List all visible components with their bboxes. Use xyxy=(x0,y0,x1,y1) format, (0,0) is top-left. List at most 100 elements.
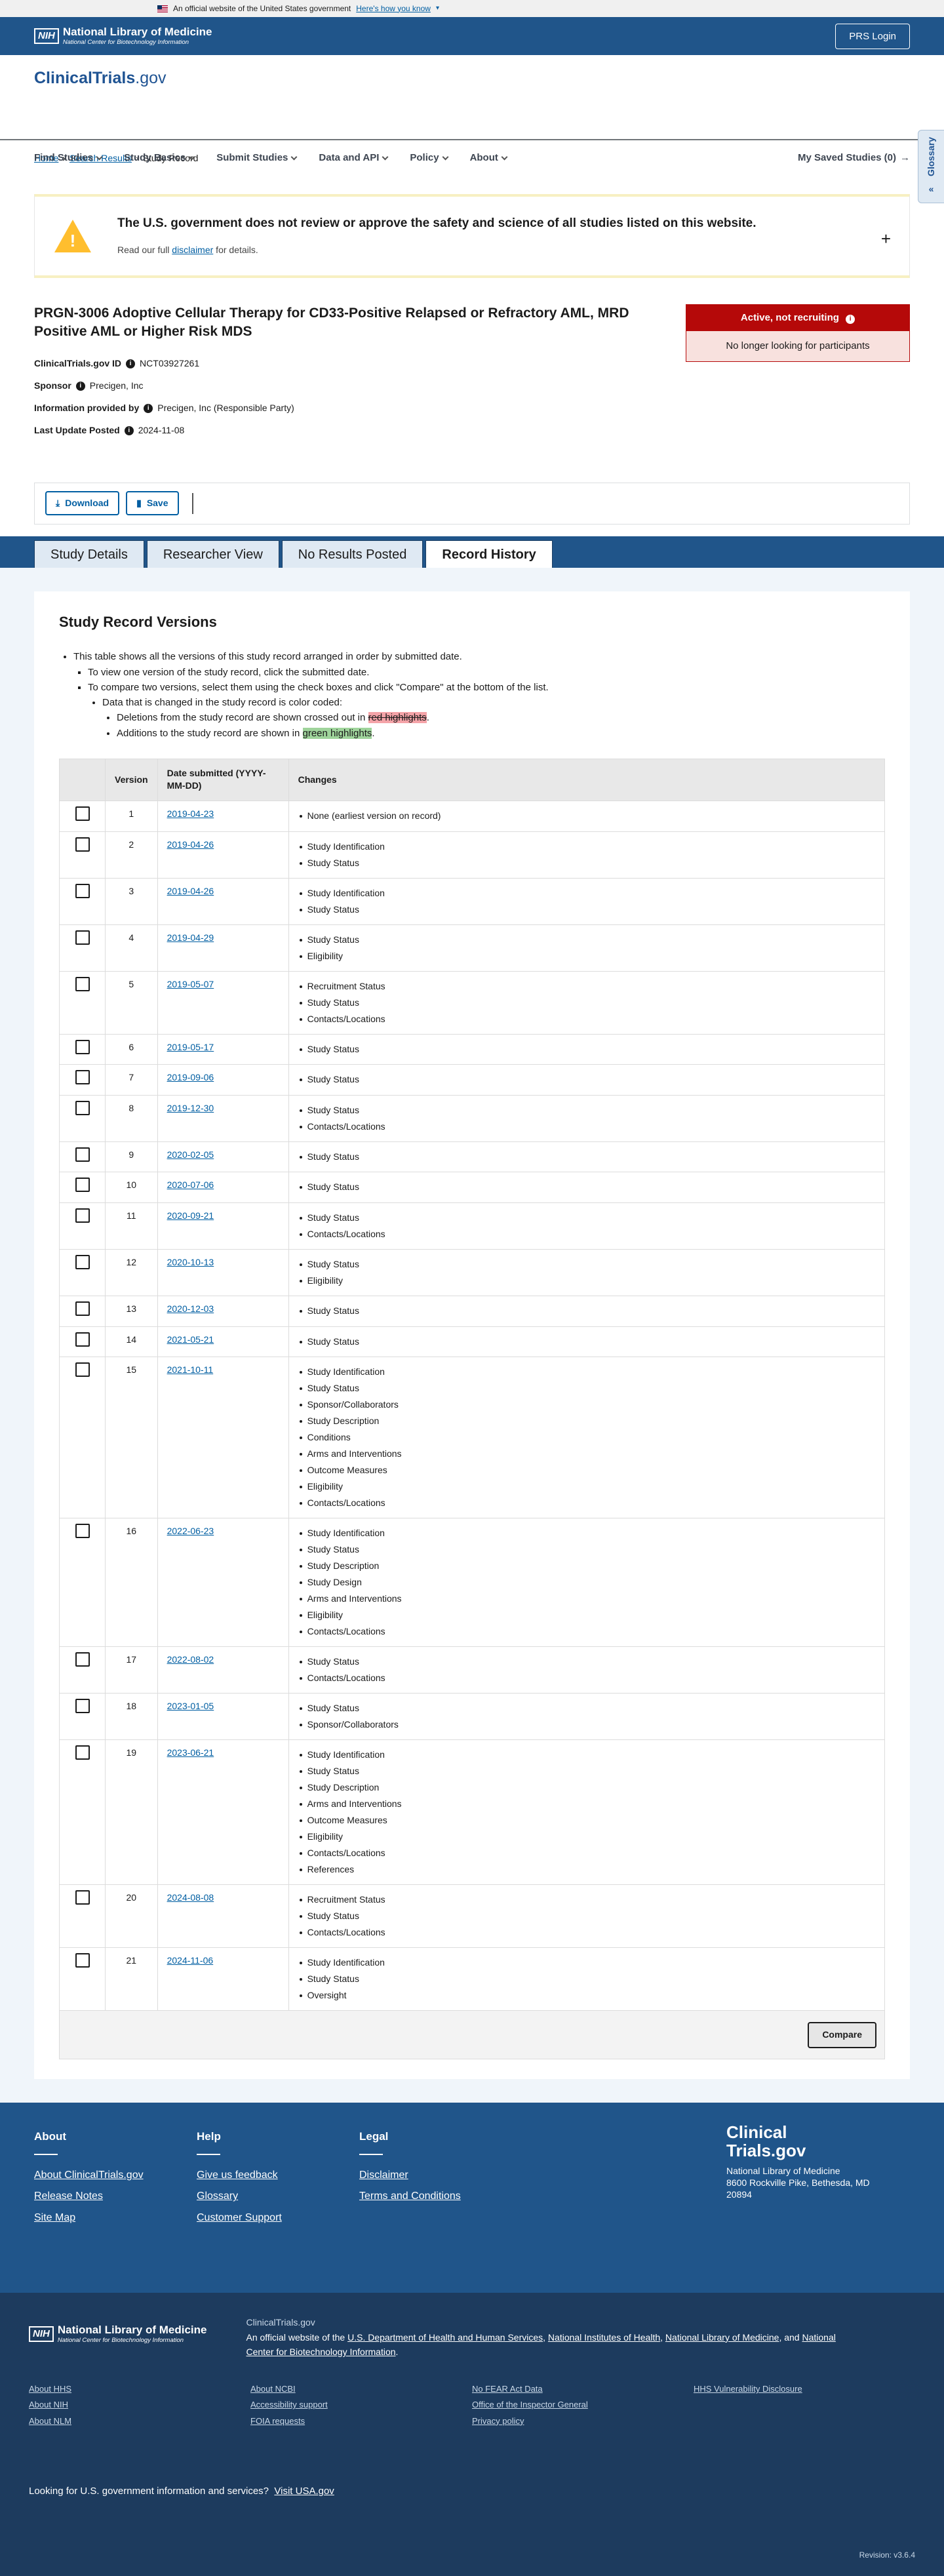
bottom-link[interactable]: Accessibility support xyxy=(250,2399,472,2411)
version-date-link[interactable]: 2019-04-26 xyxy=(167,839,214,850)
version-checkbox[interactable] xyxy=(75,1332,90,1347)
version-date-link[interactable]: 2019-09-06 xyxy=(167,1072,214,1082)
version-checkbox[interactable] xyxy=(75,1208,90,1223)
version-checkbox[interactable] xyxy=(75,1362,90,1377)
version-checkbox[interactable] xyxy=(75,1890,90,1905)
version-date-link[interactable]: 2021-05-21 xyxy=(167,1334,214,1345)
footer-link[interactable]: Disclaimer xyxy=(359,2168,461,2183)
version-date-link[interactable]: 2020-02-05 xyxy=(167,1149,214,1160)
bottom-link[interactable]: HHS Vulnerability Disclosure xyxy=(694,2383,915,2395)
version-checkbox[interactable] xyxy=(75,930,90,945)
version-date-link[interactable]: 2020-12-03 xyxy=(167,1303,214,1314)
nav-policy[interactable]: Policy xyxy=(410,151,449,165)
version-checkbox[interactable] xyxy=(75,976,90,991)
select-cell xyxy=(59,1094,106,1142)
compare-button[interactable]: Compare xyxy=(808,2021,876,2048)
bottom-link[interactable]: Office of the Inspector General xyxy=(472,2399,694,2411)
nlm-footer-logo[interactable]: NIH National Library of Medicine Nationa… xyxy=(29,2324,207,2344)
info-icon[interactable]: i xyxy=(126,359,136,369)
version-checkbox[interactable] xyxy=(75,1524,90,1539)
version-checkbox[interactable] xyxy=(75,1039,90,1054)
save-button[interactable]: ▮ Save xyxy=(126,490,179,516)
table-row: 6 2019-05-17 Study Status xyxy=(59,1033,886,1065)
footer-link[interactable]: Release Notes xyxy=(34,2189,144,2204)
site-logo[interactable]: ClinicalTrials.gov xyxy=(34,55,910,90)
version-date-link[interactable]: 2022-08-02 xyxy=(167,1654,214,1665)
nav-about[interactable]: About xyxy=(470,151,508,165)
version-checkbox[interactable] xyxy=(75,1745,90,1760)
heres-how-you-know-link[interactable]: Here's how you know xyxy=(356,3,431,14)
nav-find-studies[interactable]: Find Studies xyxy=(34,151,103,165)
bottom-link[interactable]: No FEAR Act Data xyxy=(472,2383,694,2395)
download-button[interactable]: ⤓ Download xyxy=(45,490,120,516)
glossary-tab[interactable]: Glossary « xyxy=(918,130,944,203)
version-date-link[interactable]: 2019-12-30 xyxy=(167,1103,214,1113)
version-checkbox[interactable] xyxy=(75,1255,90,1270)
version-date-link[interactable]: 2020-09-21 xyxy=(167,1210,214,1221)
prs-login-button[interactable]: PRS Login xyxy=(835,23,910,49)
select-cell xyxy=(59,831,106,879)
version-date-link[interactable]: 2019-04-26 xyxy=(167,886,214,896)
footer-link[interactable]: Give us feedback xyxy=(197,2168,282,2183)
tab-no-results-posted[interactable]: No Results Posted xyxy=(281,540,423,568)
version-date-link[interactable]: 2024-11-06 xyxy=(167,1955,214,1966)
bottom-link[interactable]: Privacy policy xyxy=(472,2415,694,2427)
version-checkbox[interactable] xyxy=(75,883,90,898)
version-checkbox[interactable] xyxy=(75,1147,90,1162)
footer-link[interactable]: Customer Support xyxy=(197,2211,282,2225)
bottom-link[interactable]: About HHS xyxy=(29,2383,250,2395)
change-item: Study Status xyxy=(298,1654,875,1670)
footer-link[interactable]: Glossary xyxy=(197,2189,282,2204)
version-checkbox[interactable] xyxy=(75,1953,90,1968)
version-checkbox[interactable] xyxy=(75,1652,90,1667)
version-date-link[interactable]: 2023-06-21 xyxy=(167,1747,214,1758)
footer-logo-line1: Clinical xyxy=(726,2122,787,2143)
version-checkbox[interactable] xyxy=(75,1301,90,1317)
usa-gov-link[interactable]: Visit USA.gov xyxy=(274,2486,334,2497)
disclaimer-link[interactable]: disclaimer xyxy=(172,245,213,255)
nav-data-and-api[interactable]: Data and API xyxy=(319,151,389,165)
version-checkbox[interactable] xyxy=(75,837,90,852)
tab-researcher-view[interactable]: Researcher View xyxy=(146,540,279,568)
date-cell: 2019-05-07 xyxy=(157,970,289,1035)
info-icon[interactable]: i xyxy=(124,426,134,436)
version-checkbox[interactable] xyxy=(75,806,90,822)
nlm-logo[interactable]: NIH National Library of Medicine Nationa… xyxy=(34,26,212,46)
tab-record-history[interactable]: Record History xyxy=(425,540,553,568)
version-date-link[interactable]: 2021-10-11 xyxy=(167,1364,214,1375)
nav-study-basics[interactable]: Study Basics xyxy=(124,151,195,165)
version-date-link[interactable]: 2019-04-23 xyxy=(167,808,214,819)
nih-link[interactable]: National Institutes of Health xyxy=(548,2332,660,2343)
bottom-link[interactable]: About NCBI xyxy=(250,2383,472,2395)
version-checkbox[interactable] xyxy=(75,1699,90,1714)
footer-link[interactable]: About ClinicalTrials.gov xyxy=(34,2168,144,2183)
changes-cell: Study Status Eligibility xyxy=(288,924,886,972)
version-checkbox[interactable] xyxy=(75,1070,90,1085)
footer-link[interactable]: Site Map xyxy=(34,2211,144,2225)
version-checkbox[interactable] xyxy=(75,1178,90,1193)
info-icon[interactable]: i xyxy=(846,314,856,324)
bottom-link[interactable]: About NIH xyxy=(29,2399,250,2411)
version-date-link[interactable]: 2023-01-05 xyxy=(167,1701,214,1711)
version-date-link[interactable]: 2019-05-07 xyxy=(167,979,214,989)
nav-submit-studies[interactable]: Submit Studies xyxy=(216,151,298,165)
version-date-link[interactable]: 2019-05-17 xyxy=(167,1042,214,1052)
tab-study-details[interactable]: Study Details xyxy=(34,540,144,568)
expand-plus-icon[interactable]: + xyxy=(881,227,891,250)
version-date-link[interactable]: 2019-04-29 xyxy=(167,932,214,943)
info-icon[interactable]: i xyxy=(144,404,153,414)
version-date-link[interactable]: 2022-06-23 xyxy=(167,1526,214,1536)
version-number: 5 xyxy=(105,970,158,1035)
version-date-link[interactable]: 2024-08-08 xyxy=(167,1892,214,1903)
version-date-link[interactable]: 2020-10-13 xyxy=(167,1257,214,1267)
info-icon[interactable]: i xyxy=(75,382,85,391)
nlm-link[interactable]: National Library of Medicine xyxy=(665,2332,779,2343)
footer-link[interactable]: Terms and Conditions xyxy=(359,2189,461,2204)
hhs-link[interactable]: U.S. Department of Health and Human Serv… xyxy=(347,2332,543,2343)
version-date-link[interactable]: 2020-07-06 xyxy=(167,1179,214,1190)
my-saved-studies-link[interactable]: My Saved Studies (0) → xyxy=(798,151,910,165)
bottom-link[interactable]: FOIA requests xyxy=(250,2415,472,2427)
note-item: Data that is changed in the study record… xyxy=(102,696,885,740)
version-checkbox[interactable] xyxy=(75,1100,90,1115)
bottom-link[interactable]: About NLM xyxy=(29,2415,250,2427)
